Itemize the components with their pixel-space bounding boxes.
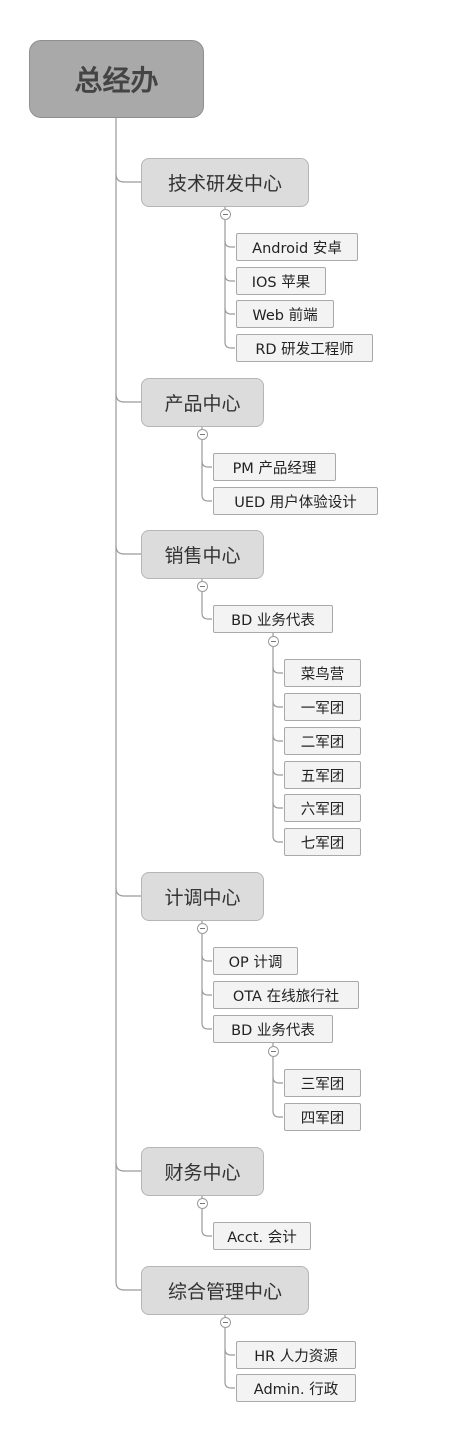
leaf-hr[interactable]: HR 人力资源 [236,1341,356,1369]
center-planning[interactable]: 计调中心 [141,872,264,921]
connector-line [115,1162,141,1172]
connector-line [272,835,283,843]
connector-line [272,1076,283,1084]
connector-line [201,988,212,996]
leaf-pm[interactable]: PM 产品经理 [213,453,336,481]
leaf-legion[interactable]: 七军团 [284,828,361,856]
connector-line [115,1281,141,1291]
leaf-legion[interactable]: 三军团 [284,1069,361,1097]
leaf-acct[interactable]: Acct. 会计 [213,1222,311,1250]
leaf-admin[interactable]: Admin. 行政 [236,1374,356,1402]
leaf-ued[interactable]: UED 用户体验设计 [213,487,378,515]
connector-line [115,173,141,183]
leaf-legion[interactable]: 五军团 [284,761,361,789]
connector-line [272,734,283,742]
connector-line [201,494,212,502]
connector-line [224,240,235,248]
connector-line [272,666,283,674]
center-admin[interactable]: 综合管理中心 [141,1266,309,1315]
connector-line [272,1110,283,1118]
collapse-toggle-icon[interactable] [197,429,208,440]
leaf-bd-planning[interactable]: BD 业务代表 [213,1015,333,1043]
leaf-legion[interactable]: 六军团 [284,794,361,822]
collapse-toggle-icon[interactable] [197,1198,208,1209]
connector-line [224,341,235,349]
connector-line [224,1348,235,1356]
collapse-toggle-icon[interactable] [268,636,279,647]
collapse-toggle-icon[interactable] [268,1046,279,1057]
connector-line [201,1022,212,1030]
connector-line [115,887,141,897]
connector-line [224,307,235,315]
connector-line [201,460,212,468]
center-product[interactable]: 产品中心 [141,378,264,427]
center-sales[interactable]: 销售中心 [141,530,264,579]
connector-line [201,612,212,620]
leaf-ota[interactable]: OTA 在线旅行社 [213,981,359,1009]
leaf-op[interactable]: OP 计调 [213,947,298,975]
connector-line [115,393,141,403]
connector-line [272,700,283,708]
leaf-legion[interactable]: 四军团 [284,1103,361,1131]
connector-line [224,1381,235,1389]
connector-line [272,801,283,809]
center-finance[interactable]: 财务中心 [141,1147,264,1196]
collapse-toggle-icon[interactable] [220,209,231,220]
leaf-ios[interactable]: IOS 苹果 [236,267,326,295]
connector-line [224,274,235,282]
connector-line [272,768,283,776]
leaf-web[interactable]: Web 前端 [236,300,334,328]
connector-line [201,1229,212,1237]
collapse-toggle-icon[interactable] [197,923,208,934]
leaf-legion[interactable]: 一军团 [284,693,361,721]
connector-line [115,545,141,555]
leaf-legion[interactable]: 二军团 [284,727,361,755]
leaf-legion[interactable]: 菜鸟营 [284,659,361,687]
leaf-android[interactable]: Android 安卓 [236,233,358,261]
connector-line [201,954,212,962]
collapse-toggle-icon[interactable] [197,581,208,592]
leaf-rd[interactable]: RD 研发工程师 [236,334,373,362]
leaf-bd-sales[interactable]: BD 业务代表 [213,605,333,633]
center-tech[interactable]: 技术研发中心 [141,158,309,207]
collapse-toggle-icon[interactable] [220,1317,231,1328]
root-node[interactable]: 总经办 [29,40,204,118]
